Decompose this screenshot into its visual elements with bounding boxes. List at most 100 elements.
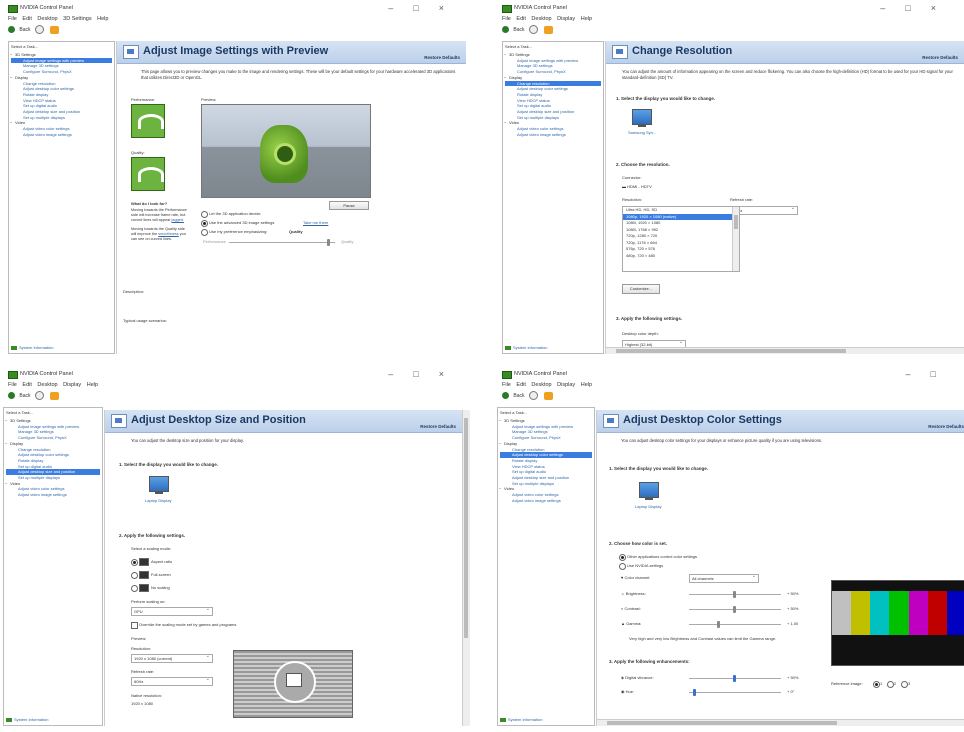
quality-slider-knob[interactable] [327,239,330,246]
home-icon[interactable] [544,391,554,400]
pause-button[interactable]: Pause [329,201,369,210]
radio-advanced-settings[interactable] [201,220,208,227]
tree-cat-3d[interactable]: 3D Settings [499,418,592,424]
restore-defaults-link[interactable]: Restore Defaults [424,55,460,60]
jagged-link[interactable]: jagged. [172,218,184,222]
menu-desktop[interactable]: Desktop [37,16,57,22]
tree-cat-video[interactable]: Video [10,120,112,126]
window-controls[interactable]: –□ [906,369,956,379]
horizontal-scrollbar[interactable] [597,719,964,726]
forward-arrow-icon[interactable] [34,391,44,400]
back-button[interactable]: Back [513,393,524,399]
back-button[interactable]: Back [19,27,30,33]
tree-item-video-image[interactable]: Adjust video image settings [505,132,601,138]
menu-edit[interactable]: Edit [516,382,525,388]
customize-button[interactable]: Customize... [622,284,660,294]
back-arrow-icon[interactable] [8,392,15,399]
tree-cat-display[interactable]: Display [5,441,100,447]
take-me-there-link[interactable]: Take me there [303,220,328,225]
tree-cat-display[interactable]: Display [504,75,601,81]
resolution-list[interactable]: Ultra HD, HD, SD 1080p, 1920 × 1080 (nat… [622,206,740,272]
display-name[interactable]: Laptop Display [145,498,171,503]
resolution-scrollbar[interactable] [732,207,739,271]
forward-arrow-icon[interactable] [528,391,538,400]
refresh-rate-select[interactable]: 60Hz [131,677,213,686]
menu-3d-settings[interactable]: 3D Settings [63,16,91,22]
menu-file[interactable]: File [8,16,17,22]
forward-arrow-icon[interactable] [528,25,538,34]
back-button[interactable]: Back [19,393,30,399]
menu-file[interactable]: File [502,16,511,22]
menu-help[interactable]: Help [581,382,592,388]
radio-aspect-ratio[interactable] [131,559,138,566]
gamma-slider-track[interactable] [689,624,781,625]
radio-nvidia-settings[interactable] [619,563,626,570]
tree-cat-3d[interactable]: 3D Settings [5,418,100,424]
home-icon[interactable] [50,391,60,400]
system-info-link[interactable]: System Information [500,717,542,722]
smoothness-link[interactable]: smoothness [158,232,178,236]
menu-help[interactable]: Help [581,16,592,22]
radio-full-screen[interactable] [131,572,138,579]
tree-item-video-image[interactable]: Adjust video image settings [11,132,112,138]
window-controls[interactable]: –□× [388,3,464,13]
menu-display[interactable]: Display [557,16,575,22]
menu-edit[interactable]: Edit [22,382,31,388]
menu-file[interactable]: File [8,382,17,388]
vibrance-slider-knob[interactable] [733,675,736,682]
menu-file[interactable]: File [502,382,511,388]
system-info-link[interactable]: System Information [505,345,547,350]
tree-cat-display[interactable]: Display [499,441,592,447]
display-icon[interactable] [632,109,652,127]
radio-no-scaling[interactable] [131,585,138,592]
display-icon[interactable] [639,482,659,500]
ref-radio-2[interactable] [887,681,894,688]
menu-edit[interactable]: Edit [22,16,31,22]
horizontal-scrollbar[interactable] [606,347,964,354]
tree-cat-3d[interactable]: 3D Settings [504,52,601,58]
tree-cat-3d[interactable]: 3D Settings [10,52,112,58]
vertical-scrollbar[interactable] [462,410,470,726]
tree-item-video-image[interactable]: Adjust video image settings [500,498,592,504]
forward-arrow-icon[interactable] [34,25,44,34]
display-name[interactable]: Samsung Syn... [628,130,656,135]
menu-help[interactable]: Help [87,382,98,388]
hue-slider-track[interactable] [689,692,781,693]
system-info-link[interactable]: System Information [11,345,53,350]
menu-display[interactable]: Display [63,382,81,388]
menu-help[interactable]: Help [97,16,108,22]
home-icon[interactable] [50,25,60,34]
color-channel-select[interactable]: All channels [689,574,759,583]
window-controls[interactable]: –□× [880,3,956,13]
ref-radio-3[interactable] [901,681,908,688]
tree-cat-display[interactable]: Display [10,75,112,81]
menu-desktop[interactable]: Desktop [37,382,57,388]
window-controls[interactable]: –□× [388,369,464,379]
menu-display[interactable]: Display [557,382,575,388]
home-icon[interactable] [544,25,554,34]
menu-desktop[interactable]: Desktop [531,382,551,388]
display-name[interactable]: Laptop Display [635,504,661,509]
tree-cat-video[interactable]: Video [504,120,601,126]
back-button[interactable]: Back [513,27,524,33]
system-info-link[interactable]: System Information [6,717,48,722]
res-option-480p[interactable]: 480p, 720 × 480 [623,253,739,260]
radio-other-apps[interactable] [619,554,626,561]
restore-defaults-link[interactable]: Restore Defaults [922,55,958,60]
tree-item-video-image[interactable]: Adjust video image settings [6,492,100,498]
radio-app-decide[interactable] [201,211,208,218]
back-arrow-icon[interactable] [502,26,509,33]
display-icon[interactable] [149,476,169,494]
refresh-rate-select[interactable]: 60Hz [730,206,798,215]
hue-slider-knob[interactable] [693,689,696,696]
brightness-slider-knob[interactable] [733,591,736,598]
back-arrow-icon[interactable] [502,392,509,399]
restore-defaults-link[interactable]: Restore Defaults [928,424,964,429]
menu-desktop[interactable]: Desktop [531,16,551,22]
resolution-select[interactable]: 1920 x 1080 (current) [131,654,213,663]
perform-scaling-select[interactable]: GPU [131,607,213,616]
gamma-slider-knob[interactable] [717,621,720,628]
radio-preference[interactable] [201,229,208,236]
quality-slider-track[interactable] [229,242,335,243]
back-arrow-icon[interactable] [8,26,15,33]
